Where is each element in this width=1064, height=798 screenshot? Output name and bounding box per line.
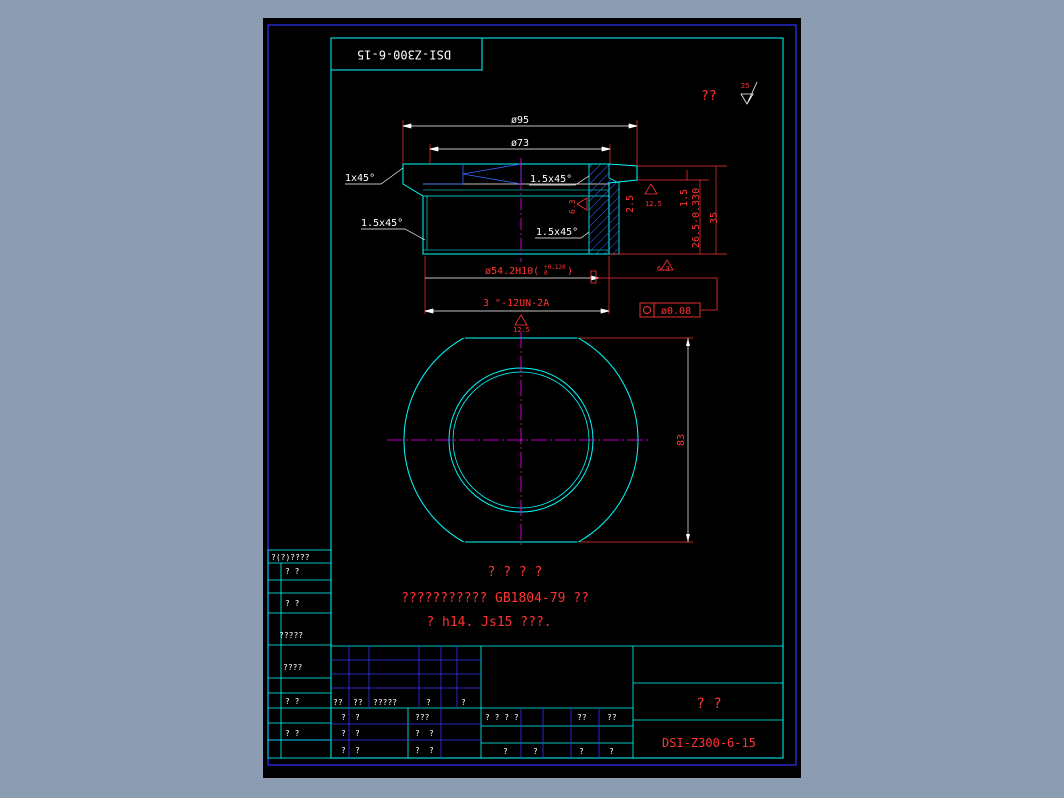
- tb-left-r0-c1: ?: [355, 713, 360, 722]
- side-block: ?(?)???? ? ? ? ? ????? ???? ? ? ? ?: [267, 549, 332, 759]
- dim-bore: ø54.2H10(: [485, 266, 539, 277]
- title-block: ?? ?? ????? ? ? ? ? ??? ? ? ? ? ? ? ? ? …: [331, 645, 783, 758]
- tb-left-r2-c2: ?: [415, 746, 420, 755]
- tb-mid-r2-3: ?: [609, 747, 614, 756]
- tb-part-name: ? ?: [696, 696, 721, 712]
- side-row-2: ? ?: [285, 599, 300, 608]
- dim-roughness-125a: 12.5: [513, 326, 530, 334]
- tb-drawing-number: DSI-Z300-6-15: [662, 736, 756, 750]
- tb-left-r0-c0: ?: [341, 713, 346, 722]
- tb-left-r1-c1: ?: [355, 729, 360, 738]
- tb-left-r2-c0: ?: [341, 746, 346, 755]
- tb-left-r2-c3: ?: [429, 746, 434, 755]
- dim-chamfer-mid: 1.5x45°: [530, 174, 572, 185]
- tb-mid-r1-0: ? ? ? ?: [485, 713, 519, 722]
- tb-left-r1-c2: ?: [415, 729, 420, 738]
- dim-chamfer-1x45: 1x45°: [345, 173, 375, 184]
- tb-left-r2-c1: ?: [355, 746, 360, 755]
- dim-h15: 1.5: [679, 189, 690, 207]
- side-row-4: ????: [283, 663, 302, 672]
- dim-bore-lower: 0: [544, 270, 548, 277]
- tb-mid-r1-2: ??: [607, 713, 617, 722]
- drawing-number-rotated: DSI-Z300-6-15: [357, 48, 451, 62]
- dim-chamfer-inner: 1.5x45°: [536, 227, 578, 238]
- tb-label-3: ?: [426, 698, 431, 707]
- tb-label-0: ??: [333, 698, 343, 707]
- dim-roughness-125b: 12.5: [645, 200, 662, 208]
- tb-mid-r2-0: ?: [503, 747, 508, 756]
- side-row-6: ? ?: [285, 729, 300, 738]
- dim-h25: 2.5: [625, 195, 636, 213]
- tb-label-2: ?????: [373, 698, 397, 707]
- dim-roughness-63b: 6.3: [657, 265, 670, 273]
- notes-line2: ? h14. Js15 ???.: [426, 615, 551, 630]
- dim-d73: ø73: [511, 138, 529, 149]
- dim-roughness-63a: 6.3: [568, 199, 577, 214]
- outer-border: [267, 24, 797, 766]
- inner-border: [330, 37, 784, 759]
- tb-left-r0-c2: ???: [415, 713, 430, 722]
- tb-label-4: ?: [461, 698, 466, 707]
- plan-view: [387, 332, 693, 548]
- notes-line1: ??????????? GB1804-79 ??: [401, 591, 589, 606]
- dim-h35: 35: [709, 212, 720, 224]
- dim-d95: ø95: [511, 115, 529, 126]
- dim-chamfer-left-bottom: 1.5x45°: [361, 218, 403, 229]
- drawing-canvas: DSI-Z300-6-15 ?? 25 ø95 ø73 1x45° 1.5x45…: [267, 24, 797, 766]
- tb-mid-r1-1: ??: [577, 713, 587, 722]
- svg-text:): ): [567, 266, 573, 277]
- roughness-general-label: ??: [701, 89, 717, 104]
- dim-thread: 3 "-12UN-2A: [483, 298, 549, 309]
- side-row-5: ? ?: [285, 697, 300, 706]
- roughness-general-value: 25: [741, 82, 749, 90]
- dim-width83: 83: [676, 434, 687, 446]
- tb-mid-r2-1: ?: [533, 747, 538, 756]
- notes-heading: ? ? ? ?: [488, 565, 543, 580]
- tb-label-1: ??: [353, 698, 363, 707]
- tb-left-r1-c3: ?: [429, 729, 434, 738]
- drawing-sheet: DSI-Z300-6-15 ?? 25 ø95 ø73 1x45° 1.5x45…: [263, 18, 801, 778]
- dim-h265: 26.5-0.330: [691, 188, 702, 248]
- side-row-3: ?????: [279, 631, 303, 640]
- side-row-0: ?(?)????: [271, 553, 310, 562]
- tb-mid-r2-2: ?: [579, 747, 584, 756]
- tb-left-r1-c0: ?: [341, 729, 346, 738]
- side-row-1: ? ?: [285, 567, 300, 576]
- dim-tolerance-value: ø0.08: [661, 306, 691, 317]
